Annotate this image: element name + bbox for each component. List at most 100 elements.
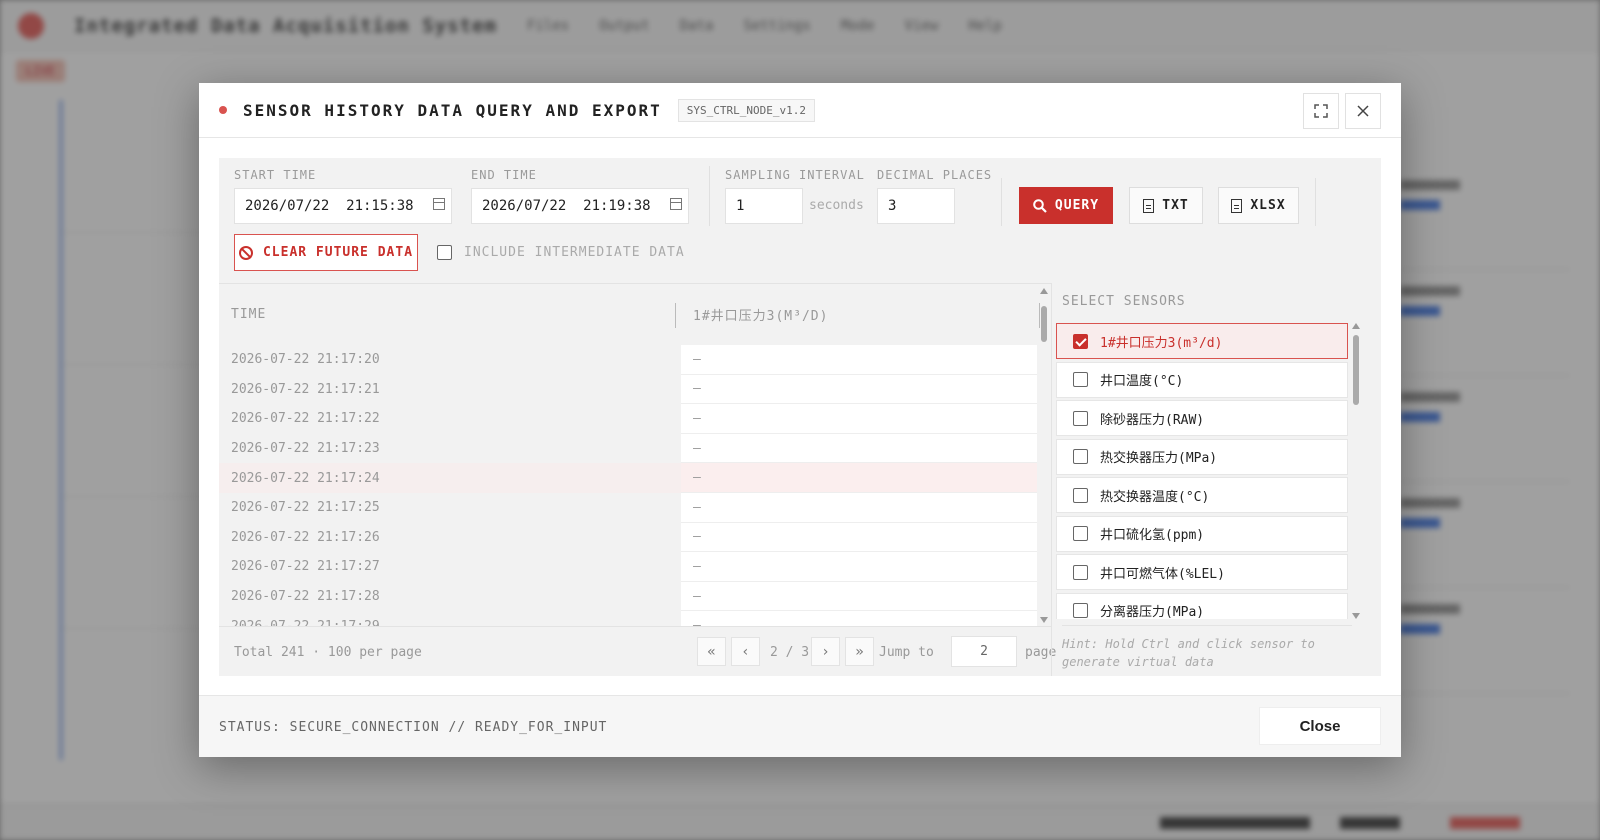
table-row[interactable]: 2026-07-22 21:17:26 — [219, 522, 1037, 553]
checkbox-checked[interactable] [1073, 333, 1088, 349]
cell-value: — [681, 581, 1037, 612]
end-time-value: 2026/07/22 21:19:38 [482, 198, 651, 214]
sensor-item[interactable]: 热交换器压力(MPa) [1056, 438, 1348, 475]
last-page-button[interactable]: » [845, 637, 874, 666]
end-time-label: END TIME [471, 168, 537, 182]
next-page-button[interactable]: › [811, 637, 840, 666]
jump-page-input[interactable]: 2 [951, 636, 1017, 667]
sensor-item[interactable]: 除砂器压力(RAW) [1056, 400, 1348, 436]
scroll-down-icon[interactable] [1040, 617, 1048, 623]
table-row[interactable]: 2026-07-22 21:17:21 — [219, 374, 1037, 405]
start-time-label: START TIME [234, 168, 317, 182]
checkbox[interactable] [1073, 449, 1088, 464]
column-resize-handle[interactable] [675, 303, 676, 328]
scroll-up-icon[interactable] [1352, 323, 1360, 329]
cell-time: 2026-07-22 21:17:24 [219, 463, 681, 493]
sensor-item[interactable]: 分离器压力(MPa) [1056, 592, 1348, 619]
sensor-panel: SELECT SENSORS 1#井口压力3(m³/d) 井口温度(°C) 除砂… [1051, 283, 1381, 676]
cell-value: — [681, 492, 1037, 523]
table-row[interactable]: 2026-07-22 21:17:22 — [219, 404, 1037, 434]
sampling-interval-value: 1 [736, 198, 745, 214]
checkbox[interactable] [1073, 526, 1088, 541]
table-row[interactable]: 2026-07-22 21:17:25 — [219, 492, 1037, 523]
cell-time: 2026-07-22 21:17:29 [231, 618, 380, 627]
prev-page-button[interactable]: ‹ [731, 637, 760, 666]
cell-time: 2026-07-22 21:17:27 [231, 559, 380, 575]
close-x-button[interactable] [1345, 93, 1381, 129]
scroll-thumb[interactable] [1353, 335, 1359, 405]
divider [1315, 178, 1316, 226]
scroll-thumb[interactable] [1041, 306, 1047, 342]
close-icon [1357, 105, 1369, 117]
table-row[interactable]: 2026-07-22 21:17:27 — [219, 552, 1037, 582]
scroll-up-icon[interactable] [1040, 288, 1048, 294]
table-row-hovered[interactable]: 2026-07-22 21:17:24— [219, 463, 1037, 493]
scroll-down-icon[interactable] [1352, 613, 1360, 619]
decimal-places-input[interactable]: 3 [877, 188, 955, 224]
checkbox[interactable] [1073, 372, 1088, 387]
calendar-icon [433, 198, 445, 210]
checkbox[interactable] [1073, 487, 1088, 503]
cell-time: 2026-07-22 21:17:23 [231, 441, 380, 457]
history-query-modal: SENSOR HISTORY DATA QUERY AND EXPORT SYS… [199, 83, 1401, 757]
table-rows: 2026-07-22 21:17:20 — 2026-07-22 21:17:21… [219, 345, 1037, 627]
include-intermediate-checkbox[interactable]: INCLUDE INTERMEDIATE DATA [437, 245, 685, 260]
cell-time: 2026-07-22 21:17:21 [231, 381, 380, 397]
sensor-item[interactable]: 井口可燃气体(%LEL) [1056, 554, 1348, 590]
cell-time: 2026-07-22 21:17:22 [231, 411, 380, 427]
checkbox[interactable] [1073, 410, 1088, 426]
modal-body: START TIME 2026/07/22 21:15:38 END TIME … [219, 158, 1381, 676]
sensor-panel-title: SELECT SENSORS [1062, 294, 1186, 309]
cell-time: 2026-07-22 21:17:20 [231, 352, 380, 368]
start-time-value: 2026/07/22 21:15:38 [245, 198, 414, 214]
checkbox[interactable] [1073, 603, 1088, 618]
sensor-label: 热交换器压力(MPa) [1100, 451, 1218, 466]
sensor-item[interactable]: 热交换器温度(°C) [1056, 477, 1348, 513]
sensor-list-scrollbar[interactable] [1350, 323, 1362, 619]
sensor-label: 除砂器压力(RAW) [1100, 412, 1205, 428]
maximize-button[interactable] [1303, 93, 1339, 129]
total-count: Total 241 · 100 per page [234, 645, 422, 660]
cell-value: — [681, 552, 1037, 582]
column-header-time[interactable]: TIME [219, 284, 681, 345]
table-scrollbar[interactable] [1037, 284, 1051, 627]
end-time-input[interactable]: 2026/07/22 21:19:38 [471, 188, 689, 224]
txt-label: TXT [1162, 198, 1189, 213]
sensor-hint: Hint: Hold Ctrl and click sensor to gene… [1062, 625, 1352, 676]
column-header-value[interactable]: 1#井口压力3(M³/D) [681, 284, 1033, 345]
export-xlsx-button[interactable]: XLSX [1218, 187, 1299, 224]
decimal-places-label: DECIMAL PLACES [877, 168, 993, 182]
search-icon [1033, 198, 1047, 213]
modal-header: SENSOR HISTORY DATA QUERY AND EXPORT SYS… [199, 83, 1401, 138]
sensor-item[interactable]: 1#井口压力3(m³/d) [1056, 323, 1348, 359]
status-dot-icon [219, 106, 227, 114]
first-page-button[interactable]: « [697, 637, 726, 666]
clear-label: CLEAR FUTURE DATA [262, 245, 414, 260]
history-table: TIME 1#井口压力3(M³/D) 2026-07-22 21:17:20 — … [219, 283, 1051, 627]
clear-future-data-button[interactable]: CLEAR FUTURE DATA [234, 234, 418, 271]
node-badge: SYS_CTRL_NODE_v1.2 [677, 98, 815, 122]
sensor-item[interactable]: 井口硫化氢(ppm) [1056, 515, 1348, 552]
cell-value: — [681, 463, 1037, 493]
pagination: Total 241 · 100 per page « ‹ 2 / 3 › » J… [219, 626, 1056, 676]
cell-value: — [681, 611, 1037, 627]
export-txt-button[interactable]: TXT [1129, 187, 1203, 224]
table-row[interactable]: 2026-07-22 21:17:28 — [219, 581, 1037, 612]
modal-footer: STATUS: SECURE_CONNECTION // READY_FOR_I… [199, 695, 1401, 757]
checkbox-box[interactable] [437, 245, 452, 260]
sensor-label: 1#井口压力3(m³/d) [1100, 335, 1223, 351]
ban-icon [238, 245, 253, 260]
cell-time: 2026-07-22 21:17:26 [231, 529, 380, 545]
modal-title: SENSOR HISTORY DATA QUERY AND EXPORT [243, 100, 662, 120]
table-row[interactable]: 2026-07-22 21:17:29 — [219, 611, 1037, 627]
sensor-item[interactable]: 井口温度(°C) [1056, 361, 1348, 398]
divider [1001, 178, 1002, 226]
start-time-input[interactable]: 2026/07/22 21:15:38 [234, 188, 452, 224]
query-button[interactable]: QUERY [1019, 187, 1113, 224]
table-row[interactable]: 2026-07-22 21:17:23 — [219, 433, 1037, 464]
checkbox[interactable] [1073, 564, 1088, 580]
maximize-icon [1314, 104, 1328, 118]
close-button[interactable]: Close [1259, 707, 1381, 745]
table-row[interactable]: 2026-07-22 21:17:20 — [219, 345, 1037, 375]
sampling-interval-input[interactable]: 1 [725, 188, 803, 224]
